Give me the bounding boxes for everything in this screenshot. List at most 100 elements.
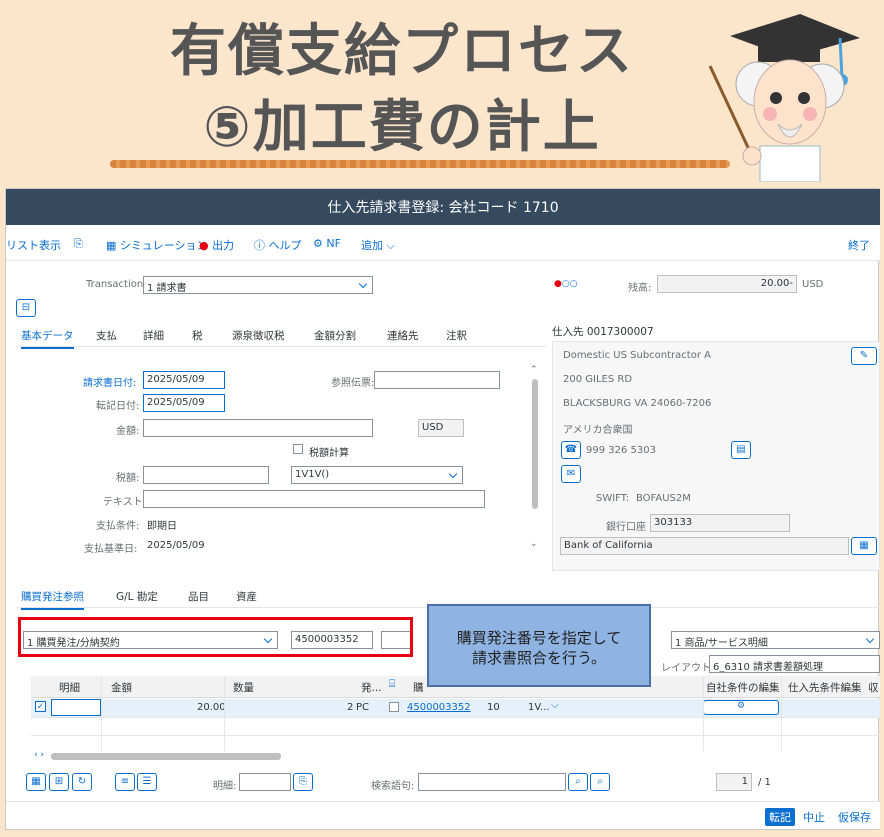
col-quantity[interactable]: 数量: [233, 680, 254, 695]
transaction-label: Transaction*: [86, 279, 148, 290]
row-tax-dropdown-icon[interactable]: ⌵: [551, 700, 559, 711]
output-button[interactable]: ● 出力: [199, 237, 234, 253]
posting-date-label: 転記日付:: [96, 401, 140, 412]
balance-label: 残高:: [628, 283, 652, 294]
col-edit-own-terms[interactable]: 自社条件の編集: [706, 680, 780, 695]
bank-name-field: Bank of California: [560, 537, 849, 555]
col-amount[interactable]: 金額: [111, 680, 132, 695]
tab-divider: [16, 346, 546, 347]
row-unit: PC: [356, 702, 370, 713]
grid-settings-icon[interactable]: ▦: [26, 773, 46, 791]
page-field[interactable]: 1: [716, 773, 752, 791]
grid-col-divider-4: [781, 676, 782, 751]
layout-select[interactable]: 6_6310 請求書差額処理: [709, 655, 880, 673]
scroll-up-icon[interactable]: ⌃: [530, 365, 538, 375]
grid-col-divider-3: [703, 676, 704, 751]
vendor-city: BLACKSBURG VA 24060-7206: [563, 398, 712, 409]
tab-details[interactable]: 詳細: [143, 328, 164, 343]
grid-col-divider-1: [101, 676, 102, 751]
collapse-header-icon[interactable]: ⊟: [16, 299, 36, 317]
post-button[interactable]: 転記: [765, 808, 795, 826]
balance-field: 20.00-: [657, 275, 797, 293]
scroll-down-icon[interactable]: ⌄: [530, 539, 538, 549]
tab-tax[interactable]: 税: [192, 328, 203, 343]
item-type-select[interactable]: 1 商品/サービス明細: [671, 631, 880, 649]
search-next-icon[interactable]: ⌕: [590, 773, 610, 791]
clipboard-icon[interactable]: ▤: [731, 441, 751, 459]
baseline-date-value: 2025/05/09: [147, 540, 205, 551]
status-dots-icon: ●○○: [554, 279, 578, 289]
scroll-left-right-icon[interactable]: ‹ ›: [34, 750, 44, 760]
tax-code-select[interactable]: 1V1V(): [291, 466, 463, 484]
text-field[interactable]: [143, 490, 485, 508]
tab-asset[interactable]: 資産: [236, 589, 257, 604]
transaction-select[interactable]: 1 請求書: [143, 276, 373, 294]
align-center-icon[interactable]: ≡: [115, 773, 135, 791]
invoice-date-field[interactable]: 2025/05/09: [143, 371, 225, 389]
tab-notes[interactable]: 注釈: [446, 328, 467, 343]
table-row[interactable]: ✓ 20.00 2 PC 4500003352 10 1V... ⌵ ⚙: [31, 699, 880, 717]
tax-amount-field[interactable]: [143, 466, 269, 484]
edit-conditions-icon[interactable]: ⚙: [703, 700, 779, 715]
swift-label: SWIFT:: [596, 493, 630, 504]
output-icon: ●: [199, 239, 213, 252]
bank-details-icon[interactable]: ▦: [851, 537, 877, 555]
grid-col-divider-2: [224, 676, 225, 751]
col-edit-vendor-terms[interactable]: 仕入先条件編集: [788, 680, 862, 695]
refresh-icon[interactable]: ↻: [72, 773, 92, 791]
page-total: / 1: [758, 777, 771, 788]
bank-account-label: 銀行口座: [606, 522, 646, 533]
col-po[interactable]: 購: [413, 680, 424, 695]
tab-gl-account[interactable]: G/L 勘定: [116, 589, 158, 604]
tab-amount-split[interactable]: 金額分割: [314, 328, 356, 343]
simulation-button[interactable]: ▦ シミュレーション: [106, 237, 207, 253]
add-menu-button[interactable]: 追加 ⌵: [361, 237, 395, 253]
end-button[interactable]: 終了: [848, 237, 870, 253]
park-button[interactable]: 仮保存: [838, 809, 871, 825]
search-icon[interactable]: ⌕: [568, 773, 588, 791]
swift-value: BOFAUS2M: [636, 493, 691, 504]
col-settings-icon[interactable]: ⌸: [389, 678, 395, 691]
row-final-invoice-checkbox[interactable]: [389, 702, 399, 712]
balance-currency: USD: [802, 279, 824, 290]
search-label: 検索語句:: [371, 781, 415, 792]
professor-illustration-icon: [708, 14, 860, 182]
help-button[interactable]: ⓘ ヘルプ: [254, 237, 302, 253]
tab-contact[interactable]: 連絡先: [387, 328, 419, 343]
cancel-button[interactable]: 中止: [803, 809, 825, 825]
grid-filter-icon[interactable]: ⊞: [49, 773, 69, 791]
grid-horizontal-scrollbar[interactable]: [51, 753, 281, 760]
vendor-edit-icon[interactable]: ✎: [851, 347, 877, 365]
calc-tax-label: 税額計算: [309, 448, 349, 459]
posting-date-field[interactable]: 2025/05/09: [143, 394, 225, 412]
highlight-box: [18, 617, 413, 657]
row-po-link[interactable]: 4500003352: [407, 702, 471, 713]
col-order-unit[interactable]: 発...: [361, 680, 382, 695]
chevron-down-icon: ⌵: [383, 239, 395, 252]
nf-label: NF: [326, 237, 341, 250]
item-nav-field[interactable]: [239, 773, 291, 791]
calc-tax-checkbox[interactable]: [293, 444, 303, 454]
tab-withholding-tax[interactable]: 源泉徴収税: [232, 328, 285, 343]
callout-line2: 請求書照合を行う。: [471, 649, 607, 667]
row-select-checkbox[interactable]: ✓: [35, 701, 46, 712]
item-nav-icon[interactable]: ⎘: [293, 773, 313, 791]
form-scrollbar[interactable]: [532, 379, 538, 509]
amount-field[interactable]: [143, 419, 373, 437]
tab-material[interactable]: 品目: [188, 589, 209, 604]
worklist-button[interactable]: リスト表示: [6, 237, 61, 253]
row-item-field[interactable]: [51, 699, 101, 716]
phone-icon[interactable]: ☎: [561, 441, 581, 459]
document-icon[interactable]: ⎘: [74, 237, 83, 251]
tab-payment[interactable]: 支払: [96, 328, 117, 343]
nf-button[interactable]: ⚙ NF: [313, 237, 341, 250]
align-list-icon[interactable]: ☰: [137, 773, 157, 791]
callout-line1: 購買発注番号を指定して: [456, 629, 622, 647]
col-item[interactable]: 明細: [59, 680, 80, 695]
col-receipt[interactable]: 収: [868, 680, 879, 695]
vendor-street: 200 GILES RD: [563, 374, 633, 385]
search-input[interactable]: [418, 773, 566, 791]
vendor-name: Domestic US Subcontractor A: [563, 350, 711, 361]
email-icon[interactable]: ✉: [561, 465, 581, 483]
reference-field[interactable]: [374, 371, 500, 389]
